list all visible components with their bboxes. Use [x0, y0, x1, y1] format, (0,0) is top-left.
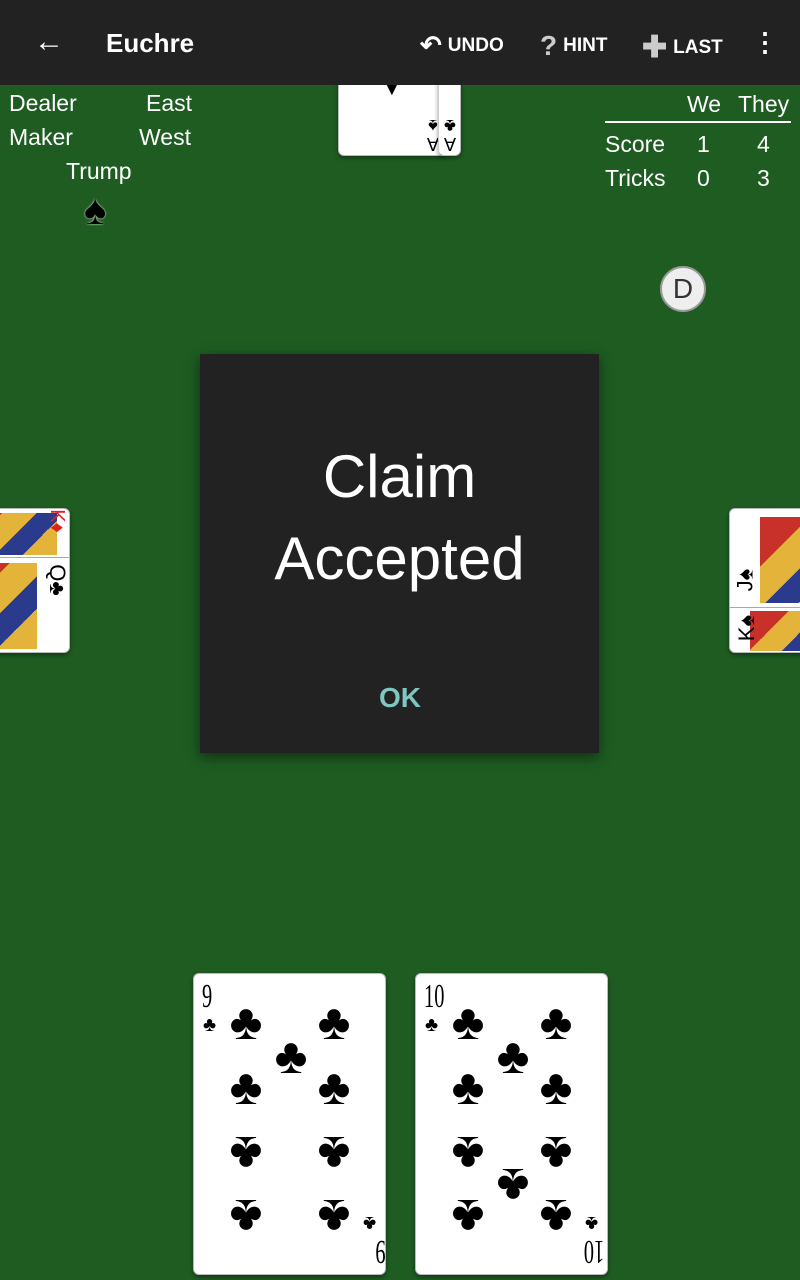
hand-card-9-clubs[interactable]: ♣ ♣ ♣ ♣ ♣ ♣ ♣ ♣ ♣ 9 ♣ 9 ♣	[193, 973, 386, 1275]
club-pip-icon: ♣	[539, 994, 573, 1050]
club-pip-icon: ♣	[317, 994, 351, 1050]
dealer-label: Dealer	[9, 90, 77, 116]
card-index: A ♣	[443, 116, 456, 154]
card-index: J♠	[732, 568, 758, 592]
card-index: Q♣	[44, 564, 70, 596]
score-they: 4	[757, 131, 770, 157]
we-header: We	[687, 91, 722, 117]
club-pip-icon: ♣	[451, 1189, 485, 1245]
more-vert-icon[interactable]: ⋮	[752, 28, 778, 56]
card-suit-icon: ♣	[584, 1212, 598, 1234]
club-pip-icon: ♣	[229, 994, 263, 1050]
app-title: Euchre	[106, 28, 195, 58]
ok-button[interactable]: OK	[360, 682, 440, 714]
card-rank: 9	[375, 1233, 386, 1270]
maker-label: Maker	[9, 124, 73, 150]
hand-card-10-clubs[interactable]: ♣ ♣ ♣ ♣ ♣ ♣ ♣ ♣ ♣ ♣ 10 ♣ 10 ♣	[415, 973, 608, 1275]
question-icon: ?	[540, 30, 558, 61]
score-we: 1	[697, 131, 710, 157]
dealer-badge: D	[660, 266, 706, 312]
arrow-left-icon[interactable]: ←	[34, 26, 64, 58]
club-pip-icon: ♣	[451, 1059, 485, 1115]
score-label: Score	[605, 131, 666, 157]
club-pip-icon: ♣	[317, 1126, 351, 1182]
undo-button[interactable]: ↶ UNDO	[420, 30, 504, 61]
card-index: K♠	[734, 614, 760, 642]
trump-label: Trump	[66, 158, 132, 184]
undo-icon: ↶	[420, 30, 442, 60]
cards-cross-icon: ✚	[642, 31, 668, 64]
club-pip-icon: ♣	[539, 1126, 573, 1182]
club-pip-icon: ♣	[229, 1059, 263, 1115]
club-pip-icon: ♣	[317, 1059, 351, 1115]
west-hand: K♦ Q♣	[0, 508, 70, 653]
hint-button[interactable]: ? HINT	[540, 30, 607, 62]
dialog-message: Claim Accepted	[274, 443, 525, 592]
club-pip-icon: ♣	[229, 1126, 263, 1182]
divider	[605, 121, 791, 123]
club-pip-icon: ♣	[451, 1126, 485, 1182]
club-pip-icon: ♣	[274, 1028, 308, 1084]
top-app-bar: ← Euchre ↶ UNDO ? HINT ✚ LAST ⋮	[0, 0, 800, 85]
card-rank: 9	[202, 978, 213, 1015]
card-suit-icon: ♣	[362, 1212, 376, 1234]
club-pip-icon: ♣	[539, 1059, 573, 1115]
club-pip-icon: ♣	[496, 1028, 530, 1084]
card-suit-icon: ♣	[203, 1014, 217, 1036]
claim-dialog: Claim Accepted OK	[200, 354, 599, 753]
club-pip-icon: ♣	[229, 1189, 263, 1245]
dealer-value: East	[146, 90, 193, 116]
east-hand: J♠ K♠	[729, 508, 800, 653]
tricks-label: Tricks	[605, 165, 666, 191]
card-rank: 10	[424, 978, 445, 1015]
club-pip-icon: ♣	[496, 1158, 530, 1214]
card-suit-icon: ♣	[425, 1014, 439, 1036]
tricks-we: 0	[697, 165, 710, 191]
maker-value: West	[139, 124, 191, 150]
trump-spade-icon: ♠	[84, 186, 107, 233]
club-pip-icon: ♣	[451, 994, 485, 1050]
card-index: K♦	[45, 509, 68, 533]
card-rank: 10	[583, 1233, 605, 1270]
club-pip-icon: ♣	[539, 1189, 573, 1245]
tricks-they: 3	[757, 165, 770, 191]
club-pip-icon: ♣	[317, 1189, 351, 1245]
last-trick-button[interactable]: ✚ LAST	[642, 30, 723, 65]
they-header: They	[738, 91, 790, 117]
